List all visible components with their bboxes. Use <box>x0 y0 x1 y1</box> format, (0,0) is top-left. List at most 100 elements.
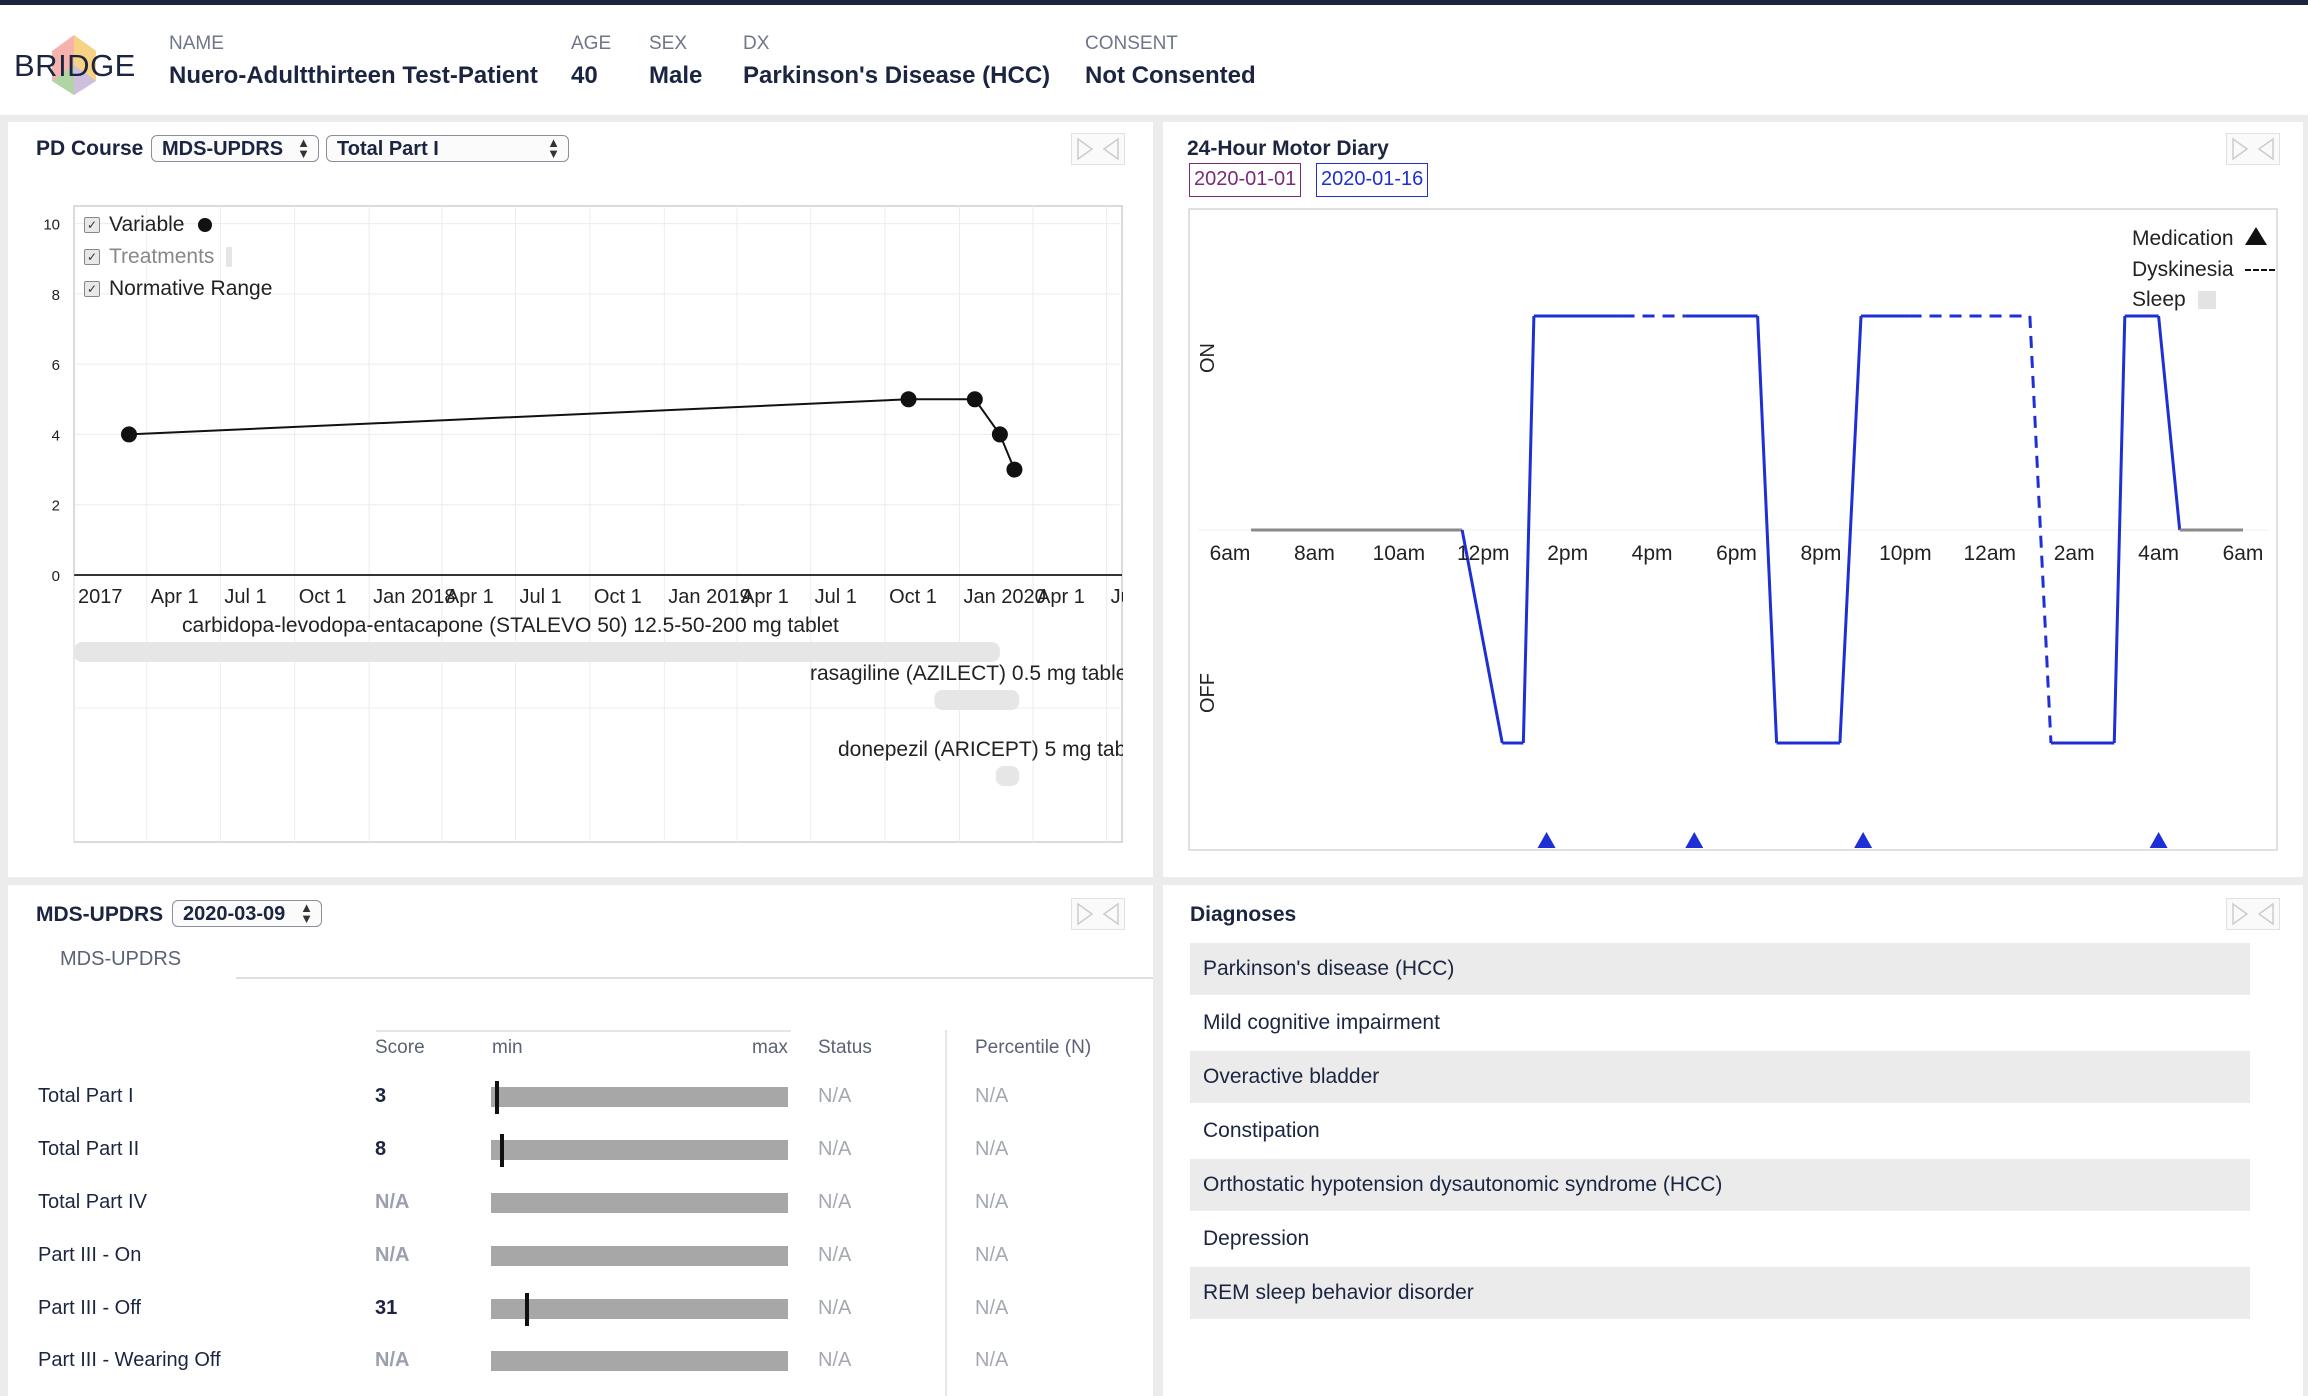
normative-checkbox[interactable]: ✓ <box>84 281 100 298</box>
updrs-row-name: Total Part IV <box>38 1191 147 1213</box>
pd-course-expand-button[interactable] <box>1071 133 1125 165</box>
treatments-checkbox[interactable]: ✓ <box>84 249 100 266</box>
updrs-row-percentile: N/A <box>975 1191 1009 1213</box>
x-tick-label: 10am <box>1373 542 1426 565</box>
treatment-bar <box>74 642 1000 662</box>
legend-treatments-label: Treatments <box>109 245 215 268</box>
updrs-row-name: Part III - Off <box>38 1297 141 1319</box>
diary-date-chip-2[interactable]: 2020-01-16 <box>1316 163 1429 197</box>
diagnosis-item[interactable]: Orthostatic hypotension dysautonomic syn… <box>1190 1159 2250 1211</box>
diagnoses-expand-button[interactable] <box>2226 898 2280 930</box>
diagnosis-item[interactable]: REM sleep behavior disorder <box>1190 1267 2250 1319</box>
scale-select-value: MDS-UPDRS <box>162 138 284 160</box>
updrs-date-value: 2020-03-09 <box>183 903 286 925</box>
dx-label: DX <box>743 33 770 54</box>
updrs-row-score: N/A <box>375 1349 410 1371</box>
name-label: NAME <box>169 33 224 54</box>
x-tick-label: 6pm <box>1716 542 1757 565</box>
updrs-row-percentile: N/A <box>975 1297 1009 1319</box>
treatment-swatch-icon <box>226 247 233 268</box>
updrs-score-bar <box>491 1193 788 1213</box>
y-tick-label: 8 <box>52 287 60 304</box>
x-tick-label: 2am <box>2054 542 2095 565</box>
updrs-row-name: Part III - On <box>38 1244 142 1266</box>
legend-treatments[interactable]: ✓ Treatments <box>84 245 233 269</box>
motor-diary-expand-button[interactable] <box>2226 133 2280 165</box>
updrs-row-score: N/A <box>375 1244 410 1266</box>
updrs-score-bar <box>491 1246 788 1266</box>
x-tick-label: Apr 1 <box>741 586 789 608</box>
col-max: max <box>752 1037 788 1058</box>
y-tick-label: 6 <box>52 357 60 374</box>
updrs-row: Total Part II 8 N/A N/A <box>0 1134 1150 1178</box>
expand-icon <box>2232 137 2274 161</box>
medication-marker <box>2149 832 2168 848</box>
updrs-score-bar <box>491 1351 788 1371</box>
diagnosis-item[interactable]: Depression <box>1190 1213 2250 1265</box>
x-tick-label: Jul 1 <box>224 586 266 608</box>
motor-diary-chart: 6am 8am 10am 12pm 2pm 4pm 6pm 8pm 10pm 12am 2am 4am… <box>1188 208 2278 851</box>
sex-label: SEX <box>649 33 688 54</box>
diagnosis-item[interactable]: Parkinson's disease (HCC) <box>1190 943 2250 995</box>
medication-marker <box>1685 832 1704 848</box>
legend-variable[interactable]: ✓ Variable <box>84 213 213 237</box>
legend-medication: Medication <box>2132 227 2268 251</box>
updrs-row-score: N/A <box>375 1191 410 1213</box>
diary-segment <box>2157 315 2182 531</box>
patient-sex-block: SEX Male <box>649 33 702 90</box>
legend-dyskinesia-label: Dyskinesia <box>2132 258 2234 281</box>
patient-age-block: AGE 40 <box>571 33 611 90</box>
updrs-row-status: N/A <box>818 1138 852 1160</box>
data-point <box>1006 461 1023 478</box>
updrs-row-percentile: N/A <box>975 1349 1009 1371</box>
patient-dx-block: DX Parkinson's Disease (HCC) <box>743 33 1050 90</box>
updrs-expand-button[interactable] <box>1071 898 1125 930</box>
x-tick-label: 12pm <box>1457 542 1510 565</box>
legend-normative-label: Normative Range <box>109 277 273 300</box>
x-tick-label: Apr 1 <box>446 586 494 608</box>
logo-wordmark: BRIDGE <box>14 48 136 83</box>
legend-normative[interactable]: ✓ Normative Range <box>84 277 272 301</box>
updrs-title: MDS-UPDRS <box>36 903 164 926</box>
y-tick-label: 2 <box>52 498 60 515</box>
measure-select[interactable]: Total Part I ▲ ▼ <box>326 135 569 162</box>
patient-name: Nuero-Adultthirteen Test-Patient <box>169 62 538 89</box>
x-tick-label: Jan 2018 <box>373 586 455 608</box>
col-score: Score <box>375 1037 425 1058</box>
x-tick-label: 6am <box>2223 542 2264 565</box>
diary-date-chip-1[interactable]: 2020-01-01 <box>1189 163 1302 197</box>
col-status: Status <box>818 1037 872 1058</box>
diagnosis-item[interactable]: Constipation <box>1190 1105 2250 1157</box>
dyskinesia-dash-icon <box>2245 269 2276 272</box>
variable-checkbox[interactable]: ✓ <box>84 217 100 234</box>
x-tick-label: Jul 1 <box>815 586 857 608</box>
updrs-row-score: 8 <box>375 1138 387 1160</box>
diagnosis-item[interactable]: Mild cognitive impairment <box>1190 997 2250 1049</box>
scale-select[interactable]: MDS-UPDRS ▲ ▼ <box>151 135 319 162</box>
select-arrows-icon: ▲ ▼ <box>300 900 313 926</box>
diagnosis-item[interactable]: Overactive bladder <box>1190 1051 2250 1103</box>
legend-sleep-label: Sleep <box>2132 288 2186 311</box>
updrs-row-score: 3 <box>375 1085 387 1107</box>
updrs-row-status: N/A <box>818 1349 852 1371</box>
plot-clip <box>1123 206 1130 846</box>
updrs-row: Part III - Off 31 N/A N/A <box>0 1293 1150 1337</box>
consent-label: CONSENT <box>1085 33 1178 54</box>
x-tick-label: 4pm <box>1632 542 1673 565</box>
y-tick-label: 4 <box>52 427 60 444</box>
patient-consent: Not Consented <box>1085 62 1256 89</box>
tab-mds-updrs[interactable]: MDS-UPDRS <box>8 940 236 981</box>
x-tick-label: 8pm <box>1800 542 1841 565</box>
updrs-date-select[interactable]: 2020-03-09 ▲ ▼ <box>172 900 322 927</box>
y-tick-label: 0 <box>52 568 60 585</box>
updrs-row-status: N/A <box>818 1191 852 1213</box>
treatment-bar <box>934 690 1020 710</box>
score-marker <box>495 1081 500 1114</box>
measure-select-value: Total Part I <box>337 138 439 160</box>
tab-mds-updrs-label: MDS-UPDRS <box>60 948 182 970</box>
updrs-row: Total Part IV N/A N/A N/A <box>0 1191 1150 1231</box>
updrs-row-percentile: N/A <box>975 1085 1009 1107</box>
updrs-row-score: 31 <box>375 1297 398 1319</box>
x-tick-label: 6am <box>1210 542 1251 565</box>
updrs-row-status: N/A <box>818 1244 852 1266</box>
